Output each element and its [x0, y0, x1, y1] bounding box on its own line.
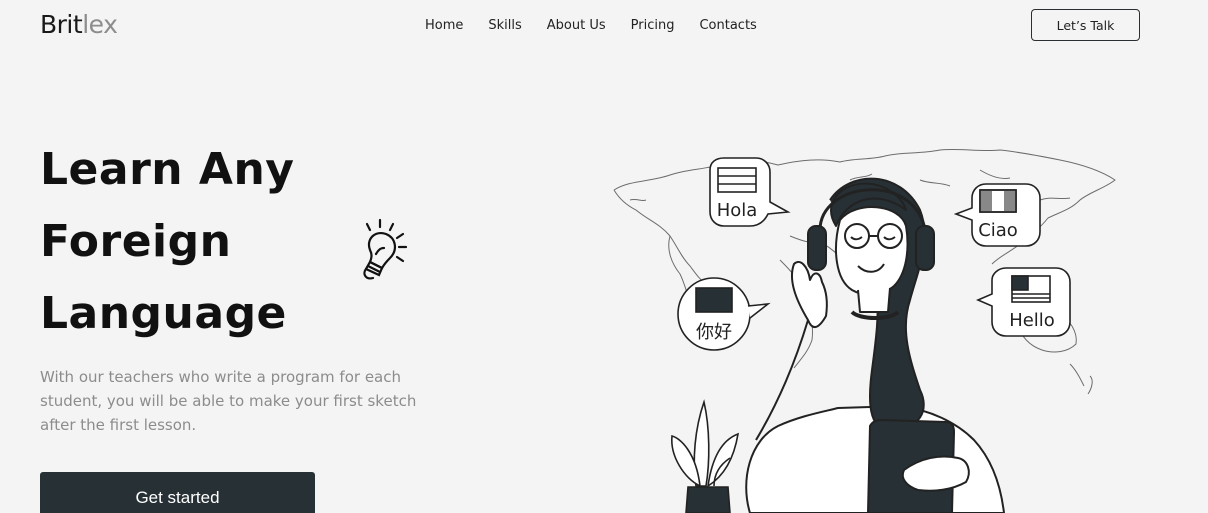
main-nav: Home Skills About Us Pricing Contacts: [425, 17, 782, 35]
logo-part-brit: Brit: [40, 10, 83, 39]
bubble-chinese: 你好: [677, 277, 771, 351]
page: Britlex Home Skills About Us Pricing Con…: [0, 0, 1208, 513]
nav-contacts[interactable]: Contacts: [699, 17, 756, 35]
bubble-hola: Hola: [709, 157, 791, 227]
logo[interactable]: Britlex: [40, 10, 118, 40]
hero-title: Learn Any Foreign Language: [40, 134, 294, 350]
get-started-button[interactable]: Get started: [40, 472, 315, 513]
hero-illustration: Hola Ciao 你好 Hello: [613, 148, 1116, 513]
hero-title-line-1: Learn Any: [40, 144, 295, 195]
hero-title-line-2: Foreign: [40, 216, 232, 267]
nav-about-us[interactable]: About Us: [547, 17, 606, 35]
hero-title-line-3: Language: [40, 288, 287, 339]
lightbulb-icon: [363, 218, 408, 280]
bubble-ciao: Ciao: [953, 183, 1041, 247]
bubble-hello: Hello: [975, 267, 1071, 337]
bubble-hello-text: Hello: [1009, 310, 1055, 331]
plant: [671, 399, 740, 513]
bubble-ciao-text: Ciao: [978, 220, 1018, 241]
hero-subtitle: With our teachers who write a program fo…: [40, 368, 417, 434]
bubble-hola-text: Hola: [717, 200, 758, 221]
lets-talk-button[interactable]: Let’s Talk: [1031, 9, 1140, 41]
nav-skills[interactable]: Skills: [488, 17, 521, 35]
logo-part-lex: lex: [82, 10, 118, 39]
nav-home[interactable]: Home: [425, 17, 463, 35]
woman: [745, 177, 1005, 513]
bubble-chinese-text: 你好: [696, 322, 732, 343]
nav-pricing[interactable]: Pricing: [631, 17, 675, 35]
